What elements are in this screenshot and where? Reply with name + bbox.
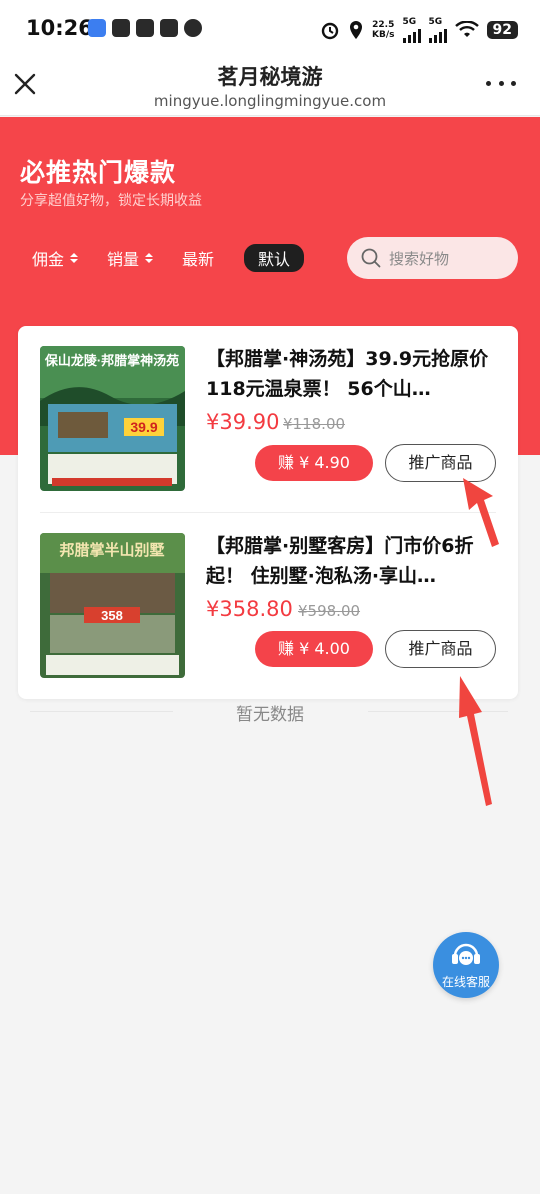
customer-service-label: 在线客服 [441,975,490,989]
wifi-icon [454,21,479,37]
network-type: 5G [402,17,417,27]
network-speed: 22.5 KB/s [372,20,394,40]
product-price: ¥358.80 [206,597,293,621]
sort-icon [70,253,79,263]
signal-2: 5G [428,17,447,43]
search-placeholder: 搜索好物 [389,250,450,268]
speed-value: 22.5 [372,20,395,30]
product-price: ¥39.90 [206,410,280,434]
thumbnail-heading: 邦腊掌半山别墅 [59,541,164,559]
network-type: 5G [428,17,443,27]
sort-icon [145,253,154,263]
headset-icon [452,943,480,965]
original-price: ¥118.00 [283,415,346,433]
notification-icons [88,19,202,37]
search-icon [361,248,381,268]
product-thumbnail[interactable]: 邦腊掌半山别墅 358 [40,533,185,678]
product-item[interactable]: 邦腊掌半山别墅 358 【邦腊掌·别墅客房】门市价6折起！ 住别墅·泡私汤·享山… [18,513,518,699]
product-list: 保山龙陵·邦腊掌神汤苑 39.9 【邦腊掌·神汤苑】39.9元抢原价118元温泉… [18,326,518,699]
search-input[interactable]: 搜索好物 [347,237,518,279]
alipay-icon [136,19,154,37]
filter-label: 默认 [258,250,291,269]
customer-service-button[interactable]: 在线客服 [433,932,499,998]
app-notification-icon [88,19,106,37]
signal-1: 5G [402,17,421,43]
promote-button[interactable]: 推广商品 [385,444,496,482]
thumbnail-heading: 保山龙陵·邦腊掌神汤苑 [44,353,179,368]
battery-indicator: 92 [486,21,518,39]
filter-label: 销量 [107,250,140,269]
signal-icon [402,27,421,43]
status-time: 10:26 [26,16,93,40]
filter-default[interactable]: 默认 [244,244,305,272]
filter-label: 最新 [182,250,215,269]
filter-label: 佣金 [32,250,65,269]
status-bar: 10:26 22.5 KB/s 5G 5G 92 [0,0,540,58]
banner-subtitle: 分享超值好物，锁定长期收益 [20,193,202,209]
earn-button[interactable]: 赚 ¥ 4.90 [255,445,373,481]
wechat-icon [112,19,130,37]
thumbnail-price: 39.9 [130,419,157,435]
location-icon [350,21,363,39]
product-title[interactable]: 【邦腊掌·神汤苑】39.9元抢原价118元温泉票！ 56个山… [206,344,501,412]
earn-button[interactable]: 赚 ¥ 4.00 [255,631,373,667]
app-notification-icon [160,19,178,37]
page-url: mingyue.longlingmingyue.com [153,92,387,110]
product-title[interactable]: 【邦腊掌·别墅客房】门市价6折起！ 住别墅·泡私汤·享山… [206,531,501,599]
page-title: 茗月秘境游 [217,65,323,89]
product-thumbnail[interactable]: 保山龙陵·邦腊掌神汤苑 39.9 [40,346,185,491]
filter-newest[interactable]: 最新 [182,246,214,270]
thumbnail-price: 358 [101,608,123,623]
filter-commission[interactable]: 佣金 [32,246,79,270]
speed-unit: KB/s [372,30,395,40]
nav-bar: 茗月秘境游 mingyue.longlingmingyue.com [0,58,540,116]
more-menu-icon[interactable] [486,76,516,90]
empty-state-text: 暂无数据 [236,705,304,725]
status-right: 22.5 KB/s 5G 5G 92 [320,17,518,43]
product-item[interactable]: 保山龙陵·邦腊掌神汤苑 39.9 【邦腊掌·神汤苑】39.9元抢原价118元温泉… [18,326,518,512]
signal-icon [428,27,447,43]
promote-button[interactable]: 推广商品 [385,630,496,668]
alarm-icon [321,22,339,40]
bird-icon [184,19,202,37]
filter-sales[interactable]: 销量 [107,246,154,270]
banner-title: 必推热门爆款 [20,158,177,187]
original-price: ¥598.00 [298,602,361,620]
